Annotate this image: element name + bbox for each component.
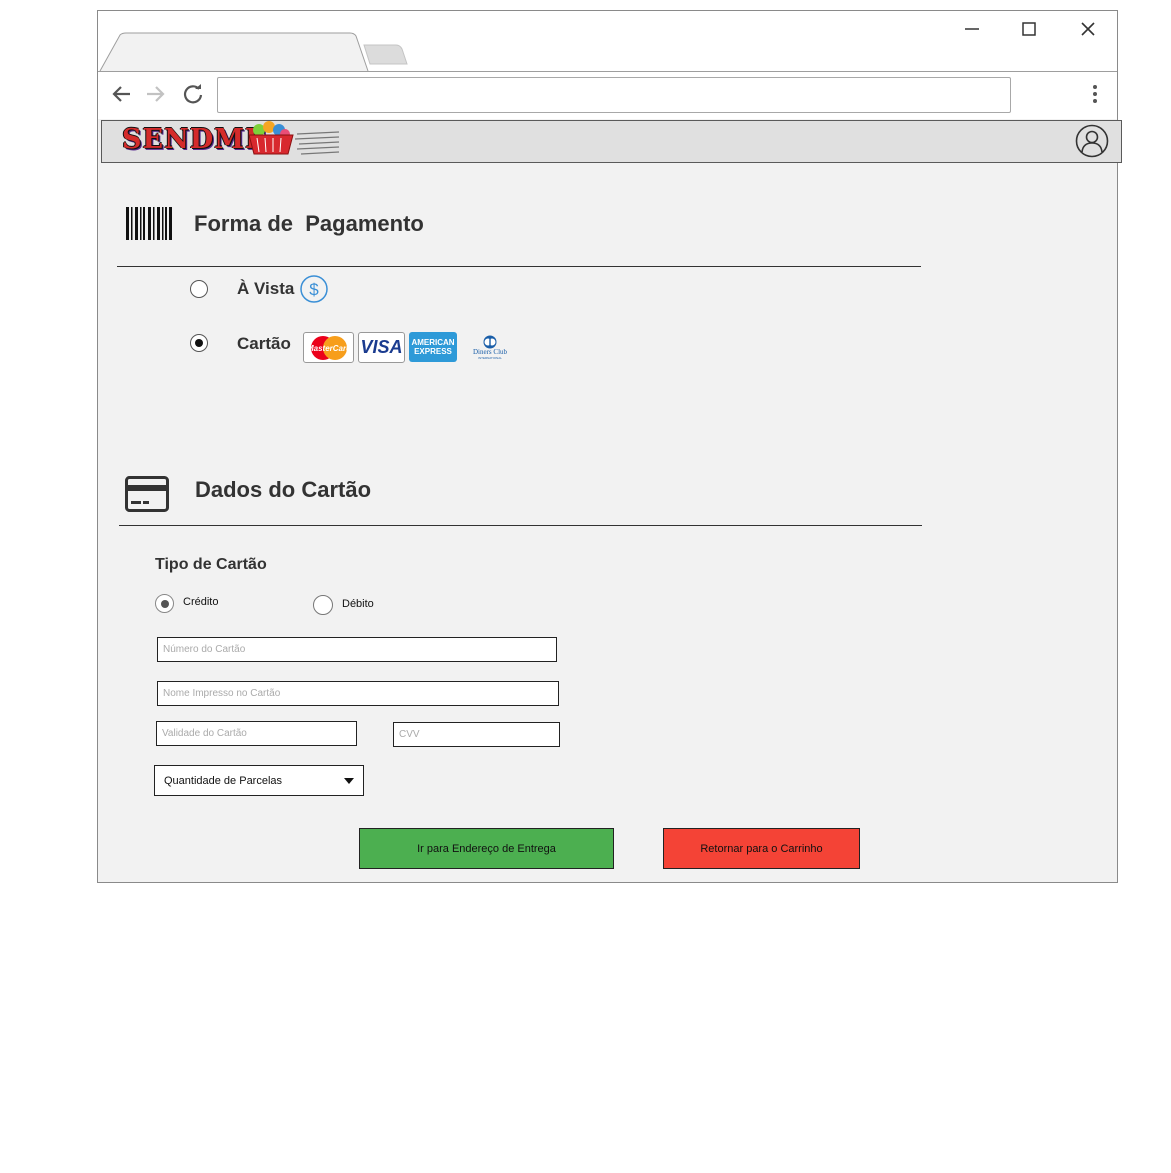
credito-label: Crédito — [183, 596, 219, 608]
cartao-label: Cartão — [237, 334, 291, 353]
amex-logo: AMERICAN EXPRESS — [409, 332, 457, 362]
dollar-circle-icon: $ — [300, 275, 328, 303]
close-icon[interactable] — [1074, 15, 1102, 43]
app-header: SENDME — [101, 120, 1122, 163]
a-vista-label: À Vista — [237, 279, 295, 298]
mastercard-text: MasterCard — [306, 344, 351, 353]
radio-a-vista[interactable] — [190, 280, 208, 298]
back-to-cart-button[interactable]: Retornar para o Carrinho — [663, 828, 860, 869]
chevron-down-icon — [344, 777, 354, 784]
forward-arrow-icon[interactable] — [142, 80, 170, 108]
barcode-icon — [126, 207, 172, 240]
browser-toolbar — [98, 72, 1117, 119]
installments-select[interactable]: Quantidade de Parcelas — [154, 765, 364, 796]
card-details-title: Dados do Cartão — [195, 477, 372, 502]
new-tab-button[interactable] — [362, 43, 410, 67]
shopping-basket-icon — [248, 121, 294, 155]
card-type-label: Tipo de Cartão — [155, 556, 267, 573]
amex-text-1: AMERICAN — [411, 338, 455, 347]
active-tab[interactable] — [98, 31, 388, 72]
credit-card-icon — [125, 476, 169, 512]
menu-kebab-icon[interactable] — [1081, 80, 1109, 108]
payment-section-title: Forma de Pagamento — [194, 211, 424, 236]
debito-label: Débito — [342, 598, 374, 610]
speed-lines-icon — [295, 131, 340, 155]
logo[interactable]: SENDME — [122, 124, 267, 155]
back-arrow-icon[interactable] — [107, 80, 135, 108]
installments-label: Quantidade de Parcelas — [164, 774, 283, 787]
diners-text-1: Diners Club — [472, 347, 508, 356]
card-details-divider — [119, 525, 922, 526]
radio-debito[interactable] — [313, 595, 333, 615]
go-to-shipping-button[interactable]: Ir para Endereço de Entrega — [359, 828, 614, 869]
mastercard-logo: MasterCard — [303, 332, 354, 363]
card-expiry-input[interactable] — [156, 721, 357, 746]
card-number-input[interactable] — [157, 637, 557, 662]
browser-window: SENDME Forma de Pagamento À Vista $ Cart… — [97, 10, 1122, 883]
diners-text-2: INTERNATIONAL — [478, 355, 502, 360]
minimize-icon[interactable] — [958, 15, 986, 43]
reload-icon[interactable] — [179, 80, 207, 108]
diners-club-logo: Diners Club INTERNATIONAL — [467, 332, 513, 362]
card-name-input[interactable] — [157, 681, 559, 706]
payment-divider — [117, 266, 921, 267]
tab-bar — [98, 11, 1117, 72]
radio-credito[interactable] — [155, 594, 174, 613]
maximize-icon[interactable] — [1015, 15, 1043, 43]
amex-text-2: EXPRESS — [414, 347, 452, 356]
user-circle-icon[interactable] — [1075, 124, 1109, 158]
visa-text: VISA — [360, 337, 403, 357]
address-bar[interactable] — [217, 77, 1011, 113]
svg-text:$: $ — [309, 280, 319, 299]
radio-cartao[interactable] — [190, 334, 208, 352]
card-cvv-input[interactable] — [393, 722, 560, 747]
visa-logo: VISA — [358, 332, 405, 363]
